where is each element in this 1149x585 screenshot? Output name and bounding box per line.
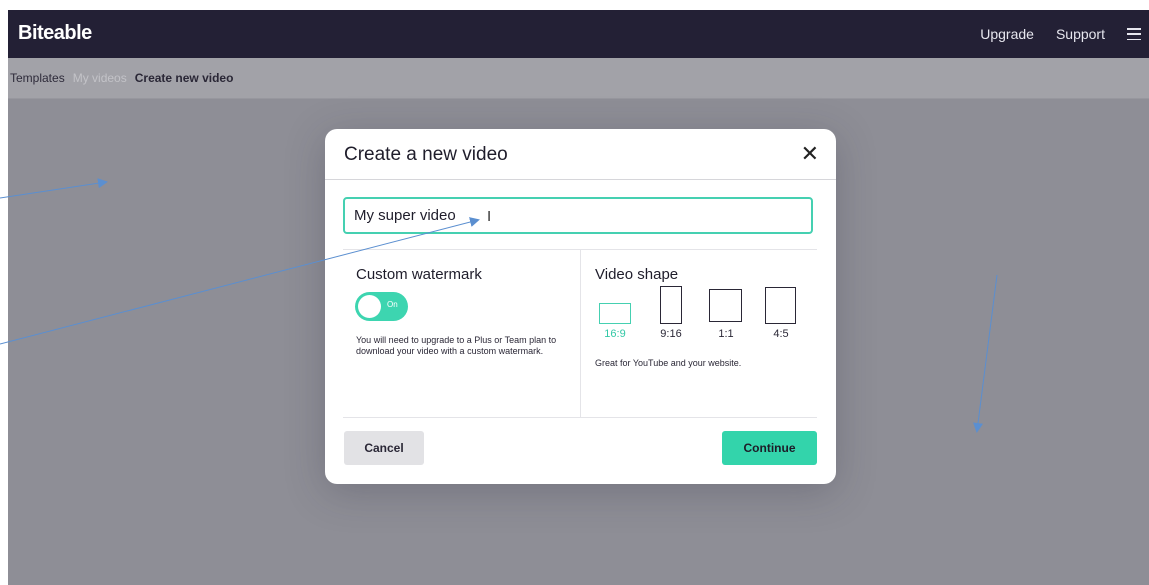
shape-4-5-label: 4:5	[773, 328, 789, 340]
shape-1-1-option[interactable]	[709, 289, 742, 322]
video-name-value: My super video	[354, 207, 456, 224]
shape-16-9-label: 16:9	[604, 328, 626, 340]
shape-9-16-label: 9:16	[660, 328, 682, 340]
shape-4-5-option[interactable]	[765, 287, 796, 324]
upgrade-link[interactable]: Upgrade	[980, 26, 1034, 42]
watermark-toggle[interactable]: On	[355, 292, 408, 321]
hamburger-menu-icon[interactable]	[1127, 28, 1141, 40]
column-divider	[580, 250, 581, 418]
video-name-input[interactable]: My super video I	[343, 197, 813, 234]
video-shape-description: Great for YouTube and your website.	[595, 358, 742, 368]
video-shape-title: Video shape	[595, 266, 679, 283]
shape-9-16-option[interactable]	[660, 286, 682, 324]
text-cursor-icon: I	[487, 208, 492, 225]
breadcrumb-create-new-video: Create new video	[134, 71, 234, 85]
close-icon[interactable]: ✕	[801, 143, 819, 165]
toggle-knob	[358, 295, 381, 318]
biteable-logo[interactable]: Biteable	[18, 22, 92, 45]
cancel-button[interactable]: Cancel	[344, 431, 424, 465]
toggle-on-label: On	[387, 300, 398, 309]
dialog-title: Create a new video	[344, 144, 508, 165]
custom-watermark-title: Custom watermark	[356, 266, 482, 283]
breadcrumb-templates[interactable]: Templates	[10, 71, 65, 85]
breadcrumb-my-videos[interactable]: My videos	[73, 71, 127, 85]
shape-1-1-label: 1:1	[718, 328, 734, 340]
continue-button[interactable]: Continue	[722, 431, 817, 465]
top-navigation-bar: Biteable Upgrade Support	[8, 10, 1149, 58]
footer-divider	[343, 417, 817, 418]
watermark-description: You will need to upgrade to a Plus or Te…	[356, 335, 557, 356]
shape-16-9-option[interactable]	[599, 303, 631, 324]
app-window: Biteable Upgrade Support Templates My vi…	[8, 10, 1149, 585]
header-divider	[325, 179, 836, 180]
support-link[interactable]: Support	[1056, 26, 1105, 42]
top-nav-links: Upgrade Support	[980, 10, 1141, 58]
create-video-dialog: Create a new video ✕ My super video I Cu…	[325, 129, 836, 484]
breadcrumb: Templates My videos Create new video	[8, 58, 1149, 99]
